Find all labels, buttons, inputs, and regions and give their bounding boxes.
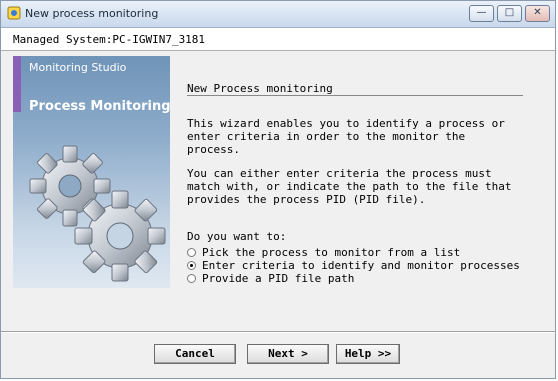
banner-subtitle: Monitoring Studio [29, 61, 127, 74]
maximize-icon: □ [504, 7, 515, 18]
radio-button[interactable] [187, 248, 196, 257]
wizard-window: New process monitoring — □ ✕ Managed Sys… [0, 0, 556, 379]
managed-system-header: Managed System:PC-IGWIN7_3181 [1, 28, 555, 51]
radio-button-selected[interactable] [187, 261, 196, 270]
minimize-icon: — [476, 7, 487, 18]
wizard-content-title: New Process monitoring [187, 77, 527, 96]
close-button[interactable]: ✕ [525, 5, 550, 22]
next-button[interactable]: Next > [247, 344, 329, 364]
maximize-button[interactable]: □ [497, 5, 522, 22]
banner-title: Process Monitoring [29, 99, 170, 114]
option-label[interactable]: Enter criteria to identify and monitor p… [202, 259, 520, 272]
wizard-banner: Monitoring Studio Process Monitoring [13, 56, 170, 288]
banner-accent [13, 56, 21, 112]
gears-icon [29, 145, 166, 282]
question-label: Do you want to: [187, 230, 287, 243]
managed-system-label: Managed System:PC-IGWIN7_3181 [13, 33, 206, 46]
footer-divider-highlight [1, 332, 555, 333]
intro-paragraph: This wizard enables you to identify a pr… [187, 117, 505, 156]
option-label[interactable]: Provide a PID file path [202, 272, 354, 285]
close-icon: ✕ [533, 7, 542, 18]
cancel-button[interactable]: Cancel [154, 344, 236, 364]
option-label[interactable]: Pick the process to monitor from a list [202, 246, 460, 259]
help-button[interactable]: Help >> [336, 344, 400, 364]
app-icon [7, 6, 21, 20]
content-title: New Process monitoring [187, 82, 333, 95]
window-title: New process monitoring [25, 7, 159, 20]
criteria-paragraph: You can either enter criteria the proces… [187, 167, 512, 206]
title-bar[interactable]: New process monitoring — □ ✕ [1, 1, 555, 28]
minimize-button[interactable]: — [469, 5, 494, 22]
title-divider [187, 95, 523, 96]
radio-button[interactable] [187, 274, 196, 283]
